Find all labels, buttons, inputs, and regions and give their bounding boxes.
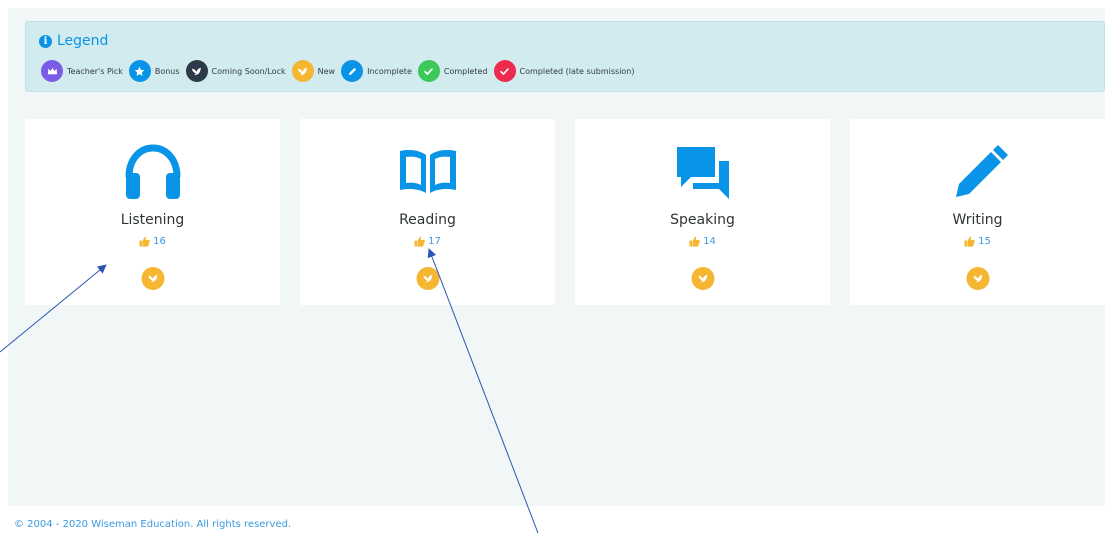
bird-icon [422, 274, 433, 282]
legend-item-new: New [291, 60, 336, 82]
crown-icon [41, 60, 63, 82]
skill-title: Writing [952, 212, 1003, 228]
legend-header: i Legend [39, 32, 108, 50]
legend-item-completed-late: Completed (late submission) [493, 60, 635, 82]
skill-title: Speaking [670, 212, 735, 228]
legend-item-coming-soon-lock: Coming Soon/Lock [185, 60, 286, 82]
headphones-icon [123, 143, 183, 201]
new-badge [966, 267, 989, 290]
legend-label: Completed [443, 66, 488, 76]
skill-card-reading[interactable]: Reading 17 [300, 119, 555, 305]
legend-label: New [317, 66, 336, 76]
legend-item-bonus: Bonus [128, 60, 180, 82]
skill-card-speaking[interactable]: Speaking 14 [575, 119, 830, 305]
book-icon [398, 143, 458, 201]
thumbs-up-icon [139, 236, 150, 247]
new-badge [691, 267, 714, 290]
thumbs-up-icon [964, 236, 975, 247]
bird-icon [147, 274, 158, 282]
pencil-icon [341, 60, 364, 82]
check-icon [417, 60, 440, 82]
likes: 14 [575, 236, 830, 247]
legend-item-incomplete: Incomplete [341, 60, 412, 82]
skill-card-listening[interactable]: Listening 16 [25, 119, 280, 305]
thumbs-up-icon [689, 236, 700, 247]
check-icon [493, 60, 516, 82]
bird-icon [291, 60, 314, 82]
legend-items: Teacher's Pick Bonus Coming Soon/Lock Ne… [41, 59, 641, 83]
bird-icon [185, 60, 208, 82]
likes: 16 [25, 236, 280, 247]
likes-count: 15 [978, 236, 991, 247]
likes-count: 17 [428, 236, 441, 247]
legend-label: Bonus [154, 66, 180, 76]
thumbs-up-icon [414, 236, 425, 247]
likes-count: 14 [703, 236, 716, 247]
legend-title: Legend [57, 33, 109, 49]
legend-panel: i Legend Teacher's Pick Bonus Coming Soo… [25, 21, 1105, 92]
bird-icon [972, 274, 983, 282]
speech-bubbles-icon [673, 143, 733, 201]
legend-label: Completed (late submission) [519, 66, 635, 76]
likes: 15 [850, 236, 1105, 247]
skill-title: Listening [120, 212, 185, 228]
skill-title: Reading [399, 212, 456, 228]
new-badge [141, 267, 164, 290]
likes: 17 [300, 236, 555, 247]
info-icon: i [39, 34, 52, 48]
legend-label: Coming Soon/Lock [211, 66, 286, 76]
star-icon [128, 60, 151, 82]
likes-count: 16 [153, 236, 166, 247]
footer-copyright: © 2004 - 2020 Wiseman Education. All rig… [14, 519, 292, 530]
legend-label: Incomplete [367, 66, 412, 76]
legend-item-teachers-pick: Teacher's Pick [41, 60, 123, 82]
skill-card-writing[interactable]: Writing 15 [850, 119, 1105, 305]
new-badge [416, 267, 439, 290]
legend-item-completed: Completed [417, 60, 488, 82]
content-area: i Legend Teacher's Pick Bonus Coming Soo… [8, 8, 1105, 506]
bird-icon [697, 274, 708, 282]
legend-label: Teacher's Pick [67, 66, 123, 76]
pencil-icon [948, 143, 1008, 201]
